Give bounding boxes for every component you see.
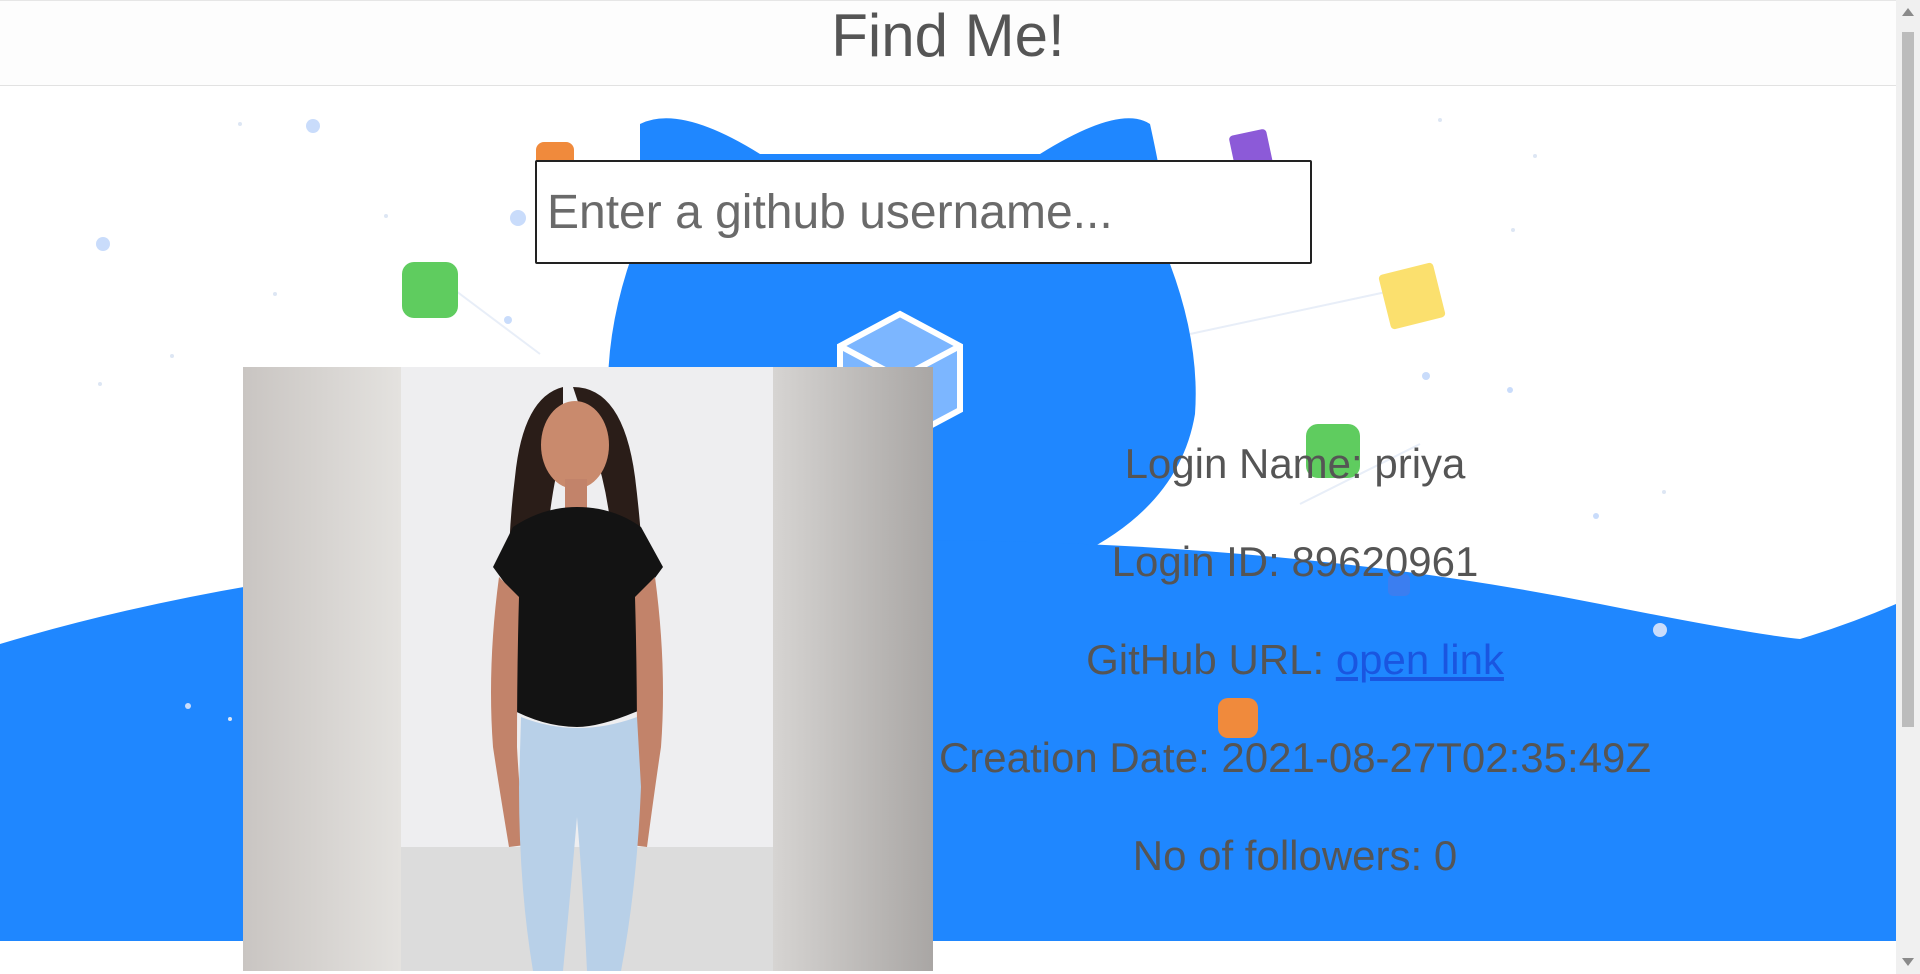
scroll-down-arrow-icon[interactable] [1902,958,1914,966]
github-username-input[interactable] [535,160,1312,264]
github-url-label: GitHub URL: [1086,636,1336,683]
followers-value: 0 [1433,832,1458,879]
green-square-left [402,262,458,318]
vertical-scrollbar[interactable] [1896,0,1920,974]
login-id-value: 89620961 [1291,538,1479,585]
creation-date-value: 2021-08-27T02:35:49Z [1221,734,1652,781]
login-name-row: Login Name: priya [900,439,1690,489]
creation-date-row: Creation Date: 2021-08-27T02:35:49Z [900,733,1690,783]
login-id-row: Login ID: 89620961 [900,537,1690,587]
profile-avatar [243,367,933,971]
followers-row: No of followers: 0 [900,831,1690,881]
followers-label: No of followers: [1132,832,1434,879]
yellow-square [1378,262,1446,330]
creation-date-label: Creation Date: [938,734,1222,781]
header-bar: Find Me! [0,0,1896,86]
login-id-label: Login ID: [1111,538,1292,585]
page-title: Find Me! [831,2,1065,69]
scroll-up-arrow-icon[interactable] [1902,8,1914,16]
github-url-link[interactable]: open link [1336,636,1504,683]
scrollbar-thumb[interactable] [1902,32,1914,727]
login-name-label: Login Name: [1124,440,1375,487]
page: Find Me! Enter a github username... Logi… [0,0,1920,974]
avatar-photo [243,367,933,971]
github-url-row: GitHub URL: open link [900,635,1690,685]
orange-square-bottom [1218,698,1258,738]
login-name-value: priya [1374,440,1466,487]
